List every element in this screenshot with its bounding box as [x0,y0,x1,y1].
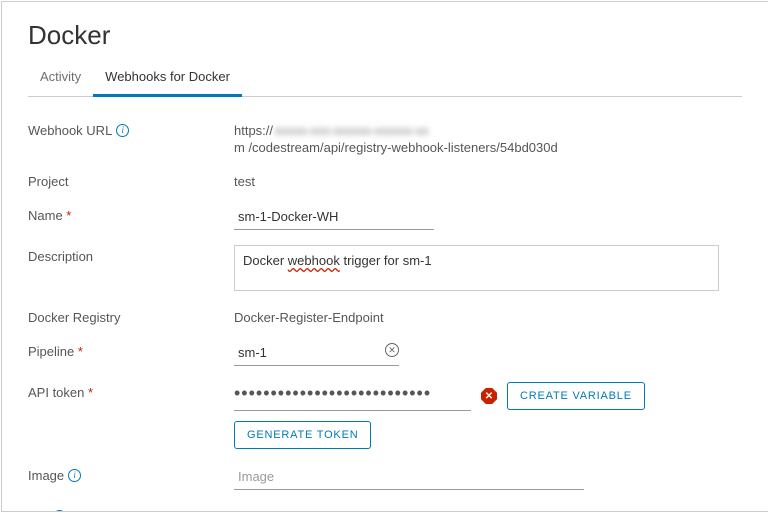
image-input[interactable] [234,464,584,490]
row-api-token: API token ••••••••••••••••••••••••••• ✕ … [28,381,742,449]
url-obscured: exxxx-xxx-xxxxxx-xxxxxx-xx [275,123,428,138]
tab-webhooks-for-docker[interactable]: Webhooks for Docker [93,61,242,97]
desc-mis: webhook [288,253,340,268]
url-prefix: https:// [234,123,273,138]
label-project-text: Project [28,174,68,189]
value-docker-registry: Docker-Register-Endpoint [234,306,742,325]
tab-activity[interactable]: Activity [28,61,93,97]
description-input[interactable]: Docker webhook trigger for sm-1 [234,245,719,291]
value-description: Docker webhook trigger for sm-1 [234,245,742,291]
label-api-token: API token [28,381,234,400]
url-suffix: m /codestream/api/registry-webhook-liste… [234,140,558,155]
info-icon[interactable]: i [53,510,66,512]
clear-icon[interactable]: ✕ [385,343,399,357]
value-pipeline: ✕ [234,340,742,366]
error-icon: ✕ [481,388,497,404]
value-project: test [234,170,742,189]
row-docker-registry: Docker Registry Docker-Register-Endpoint [28,306,742,325]
desc-pre: Docker [243,253,288,268]
api-token-input[interactable]: ••••••••••••••••••••••••••• [234,381,471,411]
pipeline-input[interactable] [234,340,399,366]
label-image-text: Image [28,468,64,483]
label-name: Name [28,204,234,223]
row-name: Name [28,204,742,230]
tab-bar: Activity Webhooks for Docker [28,61,742,97]
name-input[interactable] [234,204,434,230]
label-image: Image i [28,464,234,483]
label-description-text: Description [28,249,93,264]
value-name [234,204,742,230]
info-icon[interactable]: i [116,124,129,137]
value-api-token: ••••••••••••••••••••••••••• ✕ CREATE VAR… [234,381,742,449]
row-description: Description Docker webhook trigger for s… [28,245,742,291]
create-variable-button[interactable]: CREATE VARIABLE [507,382,645,410]
generate-token-button[interactable]: GENERATE TOKEN [234,421,371,449]
row-project: Project test [28,170,742,189]
row-image: Image i [28,464,742,490]
info-icon[interactable]: i [68,469,81,482]
row-webhook-url: Webhook URL i https://exxxx-xxx-xxxxxx-x… [28,119,742,155]
label-pipeline: Pipeline [28,340,234,359]
value-image [234,464,742,490]
label-webhook-url-text: Webhook URL [28,123,112,138]
label-webhook-url: Webhook URL i [28,119,234,138]
label-docker-registry: Docker Registry [28,306,234,325]
label-docker-registry-text: Docker Registry [28,310,120,325]
desc-post: trigger for sm-1 [340,253,432,268]
page-title: Docker [28,20,742,51]
row-pipeline: Pipeline ✕ [28,340,742,366]
value-webhook-url: https://exxxx-xxx-xxxxxx-xxxxxx-xx m /cod… [234,119,742,155]
label-project: Project [28,170,234,189]
page-container: Docker Activity Webhooks for Docker Webh… [1,1,768,512]
webhook-form: Webhook URL i https://exxxx-xxx-xxxxxx-x… [28,119,742,512]
label-description: Description [28,245,234,264]
label-pipeline-text: Pipeline [28,344,83,359]
label-api-token-text: API token [28,385,93,400]
pipeline-wrap: ✕ [234,340,399,366]
label-name-text: Name [28,208,71,223]
